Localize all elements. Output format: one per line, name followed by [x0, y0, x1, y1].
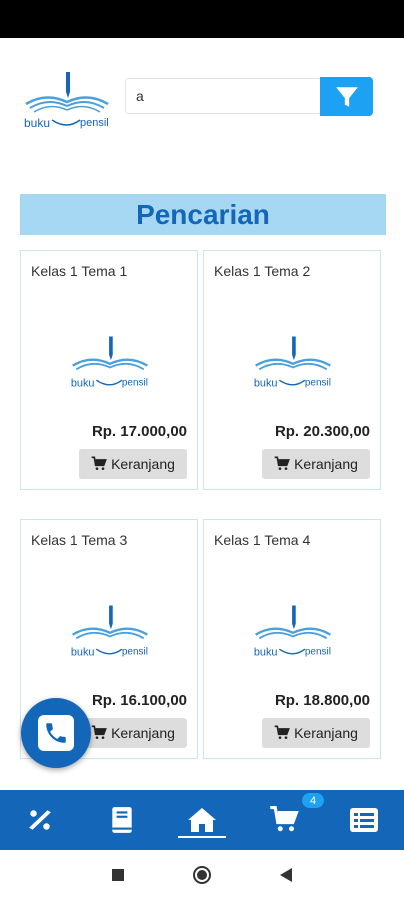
cart-button-label: Keranjang — [111, 456, 175, 472]
cart-icon — [270, 805, 299, 832]
svg-text:pensil: pensil — [305, 647, 331, 658]
add-to-cart-button[interactable]: Keranjang — [262, 449, 370, 479]
add-to-cart-button[interactable]: Keranjang — [262, 718, 370, 748]
cart-icon — [91, 456, 107, 470]
product-price: Rp. 20.300,00 — [274, 423, 370, 440]
bukupensil-logo[interactable]: buku pensil — [22, 70, 112, 130]
status-bar — [0, 0, 404, 38]
svg-text:buku: buku — [71, 647, 95, 659]
logo-word-1: buku — [24, 116, 50, 130]
product-thumbnail: buku pensil — [71, 336, 148, 390]
filter-button[interactable] — [320, 77, 373, 116]
product-name: Kelas 1 Tema 4 — [214, 532, 311, 548]
percent-icon — [29, 810, 51, 830]
product-price: Rp. 16.100,00 — [91, 692, 187, 709]
book-icon — [112, 807, 132, 833]
add-to-cart-button[interactable]: Keranjang — [79, 449, 187, 479]
page-title: Pencarian — [136, 198, 270, 230]
list-icon — [350, 808, 378, 832]
product-thumbnail: buku pensil — [71, 605, 148, 659]
product-price: Rp. 17.000,00 — [91, 423, 187, 440]
cart-button-label: Keranjang — [294, 456, 358, 472]
section-title: Pencarian — [20, 194, 386, 235]
svg-text:pensil: pensil — [305, 378, 331, 389]
search-field — [125, 78, 321, 114]
call-button[interactable] — [21, 698, 91, 768]
cart-count-badge: 4 — [302, 793, 324, 808]
product-card[interactable]: Kelas 1 Tema 1 buku pensil Rp. 17.000,00… — [20, 250, 198, 490]
svg-text:buku: buku — [71, 378, 95, 390]
product-thumbnail: buku pensil — [254, 605, 331, 659]
home-system-button[interactable] — [182, 850, 222, 900]
system-nav-bar — [0, 850, 404, 900]
nav-item-home[interactable] — [172, 790, 232, 850]
back-button[interactable] — [266, 850, 306, 900]
product-card[interactable]: Kelas 1 Tema 4 buku pensil Rp. 18.800,00… — [203, 519, 381, 759]
add-to-cart-button[interactable]: Keranjang — [79, 718, 187, 748]
product-name: Kelas 1 Tema 2 — [214, 263, 311, 279]
logo-word-2: pensil — [80, 117, 109, 129]
cart-button-label: Keranjang — [111, 725, 175, 741]
svg-text:buku: buku — [254, 378, 278, 390]
product-name: Kelas 1 Tema 3 — [31, 532, 128, 548]
back-triangle-icon — [280, 868, 292, 882]
nav-item-orders[interactable] — [334, 790, 394, 850]
product-price: Rp. 18.800,00 — [274, 692, 370, 709]
recent-apps-button[interactable] — [98, 850, 138, 900]
svg-text:pensil: pensil — [122, 647, 148, 658]
filter-icon — [335, 86, 358, 107]
nav-item-promo[interactable] — [10, 790, 70, 850]
product-thumbnail: buku pensil — [254, 336, 331, 390]
circle-icon — [193, 866, 211, 884]
svg-text:pensil: pensil — [122, 378, 148, 389]
search-input[interactable] — [126, 79, 316, 113]
home-icon — [188, 808, 216, 832]
square-icon — [112, 869, 124, 881]
product-card[interactable]: Kelas 1 Tema 2 buku pensil Rp. 20.300,00… — [203, 250, 381, 490]
cart-icon — [274, 456, 290, 470]
nav-item-catalog[interactable] — [92, 790, 152, 850]
cart-button-label: Keranjang — [294, 725, 358, 741]
phone-icon — [46, 723, 66, 743]
product-name: Kelas 1 Tema 1 — [31, 263, 128, 279]
bottom-nav — [0, 790, 404, 850]
svg-text:buku: buku — [254, 647, 278, 659]
cart-icon — [91, 725, 107, 739]
cart-icon — [274, 725, 290, 739]
